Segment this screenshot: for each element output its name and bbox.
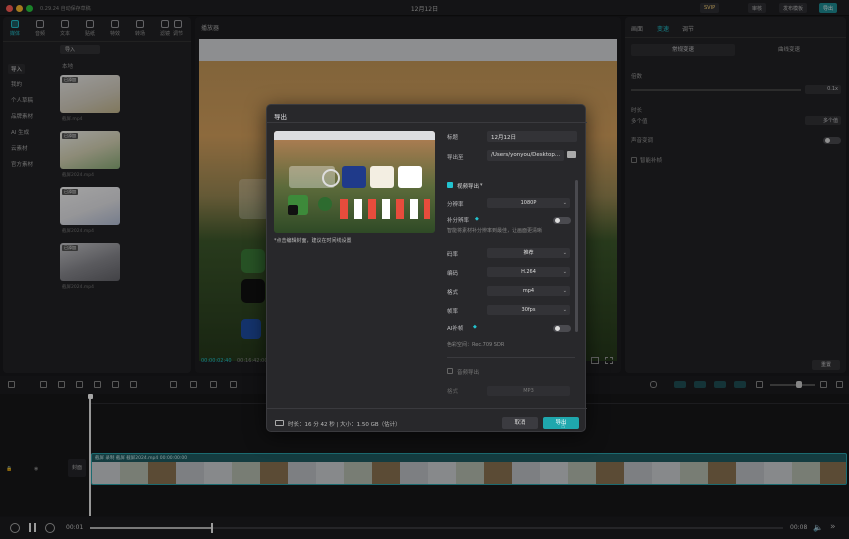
folder-icon[interactable] [567,151,576,158]
video-export-label: 视频导出 [457,184,480,190]
audio-export-checkbox[interactable] [447,368,453,374]
bitrate-select[interactable]: 推荐 ⌄ [487,248,570,258]
chevron-down-icon: ⌄ [562,288,567,294]
cover-preview[interactable] [274,131,435,233]
format-label: 格式 [447,290,459,296]
diamond-icon: ◆ [475,216,479,222]
cover-app-icon [288,205,298,215]
hdr-toggle[interactable] [553,217,571,224]
resolution-label: 分辨率 [447,202,464,208]
codec-select[interactable]: H.264 ⌄ [487,267,570,277]
divider [447,357,575,358]
framerate-label: 帧率 [447,309,459,315]
export-dialog: 导出 *点击编辑封面，建议在时间线设置 标题 12月12日 导出至 /Users… [266,104,587,432]
bitrate-label: 码率 [447,252,459,258]
audio-format-select[interactable]: MP3 [487,386,570,396]
chevron-down-icon: ⌄ [562,269,567,275]
dialog-title: 导出 [274,113,287,121]
divider [267,122,587,123]
chevron-down-icon: ⌄ [562,250,567,256]
cover-browser-bar [274,131,435,140]
scrollbar[interactable] [575,180,578,332]
format-select[interactable]: mp4 ⌄ [487,286,570,296]
cover-app-icon [318,197,332,211]
resolution-select[interactable]: 1080P ⌄ [487,198,570,208]
collapse-icon[interactable]: ▾ [480,182,483,188]
framerate-select[interactable]: 30fps ⌄ [487,305,570,315]
divider [267,408,587,409]
chevron-down-icon: ⌄ [562,307,567,313]
cover-dock-icons [340,199,430,219]
name-input[interactable]: 12月12日 [487,131,577,142]
cover-widget [370,166,394,188]
chevron-down-icon: ⌄ [562,200,567,206]
film-icon [275,420,284,426]
path-label: 导出至 [447,155,464,161]
ai-frame-toggle[interactable] [553,325,571,332]
cover-hint: *点击编辑封面，建议在时间线设置 [274,238,352,244]
cursor-icon: ☝ [561,422,566,430]
color-space: 色彩空间：Rec.709 SDR [447,342,505,348]
hdr-description: 智能将素材补分辨率到最佳，让画面更清晰 [447,228,543,234]
video-export-checkbox[interactable] [447,182,453,188]
diamond-icon: ◆ [473,324,477,330]
path-input[interactable]: /Users/yonyou/Desktop... [487,150,564,161]
hdr-label: 补分辨率 [447,218,470,224]
cover-widget [398,166,422,188]
codec-label: 编码 [447,271,459,277]
cover-clock [322,169,340,187]
ai-frame-label: AI补帧 [447,326,464,332]
export-info: 时长：16 分 42 秒 | 大小：1.50 GB（估计） [288,422,401,428]
cover-widget [342,166,366,188]
audio-format-label: 格式 [447,389,459,395]
audio-export-label: 音频导出 [457,370,480,376]
name-label: 标题 [447,135,459,141]
cancel-button[interactable]: 取消 [502,417,538,429]
